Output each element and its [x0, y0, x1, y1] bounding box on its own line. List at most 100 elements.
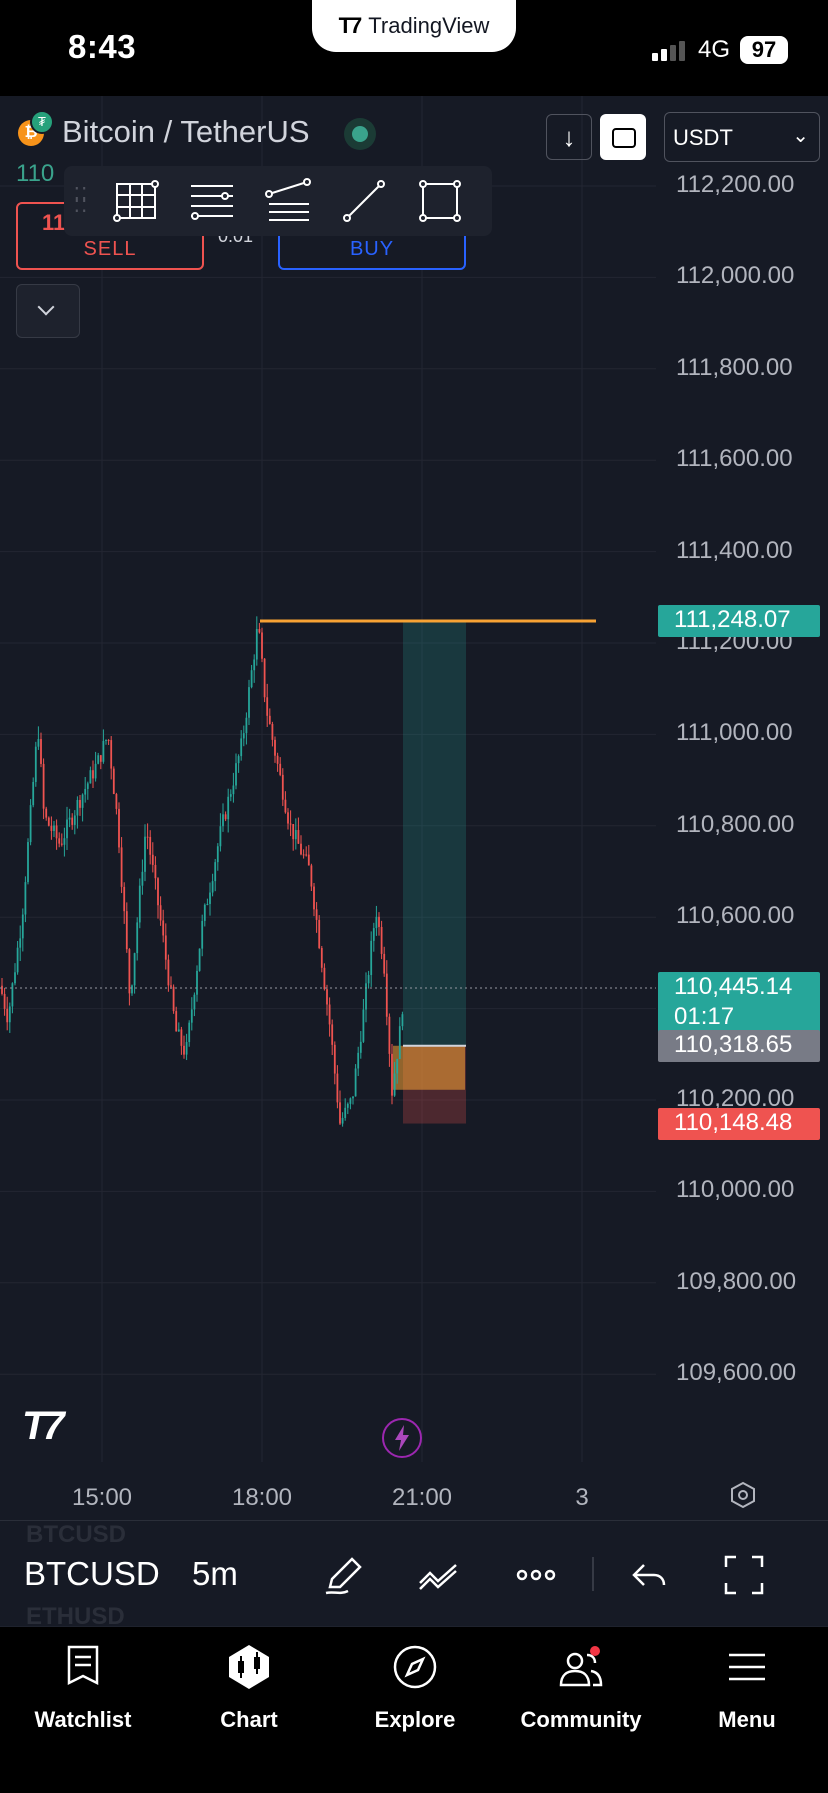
candle-body [396, 1058, 399, 1074]
lightning-icon[interactable] [382, 1418, 422, 1458]
candle-body [136, 922, 139, 954]
tab-chart[interactable]: Chart [166, 1627, 332, 1757]
candle-body [224, 814, 227, 820]
drag-handle-icon[interactable]: ⁚⁚ ⁚⁚ [64, 186, 98, 216]
time-axis-label: 18:00 [231, 1484, 293, 1511]
candle-body [248, 687, 250, 718]
currency-select[interactable]: USDT ⌄ [664, 112, 820, 162]
candle-body [198, 948, 201, 971]
price-axis-label: 110,600.00 [676, 902, 795, 930]
profit-zone [403, 621, 466, 1046]
candle-body [146, 836, 149, 838]
candle-body [40, 739, 42, 764]
candle-body [125, 911, 128, 950]
tab-label: Menu [718, 1707, 776, 1732]
candle-body [60, 843, 63, 845]
candle-body [1, 985, 3, 994]
price-axis-label: 109,800.00 [676, 1267, 797, 1295]
candle-body [323, 967, 326, 990]
candle-body [151, 854, 154, 865]
candle-body [183, 1045, 185, 1055]
candle-body [45, 808, 48, 818]
price-tag-value: 110,445.14 [674, 972, 793, 1000]
drawing-toolbar[interactable]: ⁚⁚ ⁚⁚ [64, 166, 492, 236]
candle-body [250, 670, 253, 688]
market-status-icon[interactable] [344, 118, 376, 150]
candle-body [188, 1022, 191, 1043]
status-bar: 8:43 T7 TradingView 4G 97 [0, 0, 828, 96]
symbol-title[interactable]: Bitcoin / TetherUS [62, 114, 310, 150]
candle-body [289, 823, 292, 825]
price-tag: 110,148.48 [658, 1107, 820, 1140]
candle-body [79, 799, 81, 808]
tradingview-pill[interactable]: T7 TradingView [312, 0, 516, 52]
price-axis-label: 112,200.00 [676, 171, 795, 198]
candle-body [261, 632, 263, 659]
community-icon [559, 1646, 603, 1687]
tab-label: Explore [374, 1707, 456, 1732]
price-chart[interactable] [0, 96, 828, 1520]
toolbar-divider [592, 1557, 594, 1591]
tab-menu[interactable]: Menu [664, 1627, 828, 1757]
price-tag: 110,445.14 01:17 [658, 971, 820, 1034]
candle-body [352, 1096, 354, 1099]
price-tag-value: 110,148.48 [674, 1108, 793, 1136]
candle-body [167, 959, 170, 986]
fib-tool-icon[interactable] [250, 171, 326, 231]
candle-body [84, 788, 87, 795]
candle-body [242, 733, 245, 739]
candle-body [302, 854, 305, 856]
drawings-icon[interactable] [416, 1551, 464, 1599]
candle-body [180, 1029, 183, 1046]
candle-body [393, 1073, 396, 1096]
candle-body [154, 864, 157, 879]
tab-watchlist[interactable]: Watchlist [0, 1627, 166, 1757]
undo-icon[interactable] [624, 1551, 672, 1599]
candle-body [401, 1014, 404, 1027]
time-axis-label: 3 [575, 1484, 589, 1511]
fullscreen-icon[interactable] [720, 1551, 768, 1599]
horizontal-lines-tool-icon[interactable] [174, 171, 250, 231]
candle-body [16, 947, 19, 973]
arrow-down-icon[interactable]: ↓ [546, 114, 592, 160]
price-axis-label: 111,800.00 [676, 353, 793, 381]
bottom-toolbar: BTCUSD BTCUSD ETHUSD 5m [0, 1520, 828, 1630]
grid-tool-icon[interactable] [98, 171, 174, 231]
pencil-icon[interactable] [320, 1551, 368, 1599]
candle-body [141, 871, 144, 886]
more-icon[interactable] [512, 1551, 560, 1599]
chart-area[interactable]: ₿ ₮ Bitcoin / TetherUS ↓ USDT ⌄ 110 11 S… [0, 96, 828, 1520]
settings-icon[interactable] [728, 1480, 758, 1510]
candle-body [336, 1073, 339, 1103]
candle-body [294, 830, 297, 840]
collapse-chevron-icon[interactable] [16, 284, 80, 338]
candle-body [14, 972, 16, 984]
candle-body [58, 838, 61, 844]
replay-toggle-icon[interactable] [600, 114, 646, 160]
candle-body [110, 740, 113, 769]
tradingview-pill-label: TradingView [368, 13, 490, 38]
candle-body [99, 755, 102, 762]
compass-icon [393, 1645, 437, 1689]
candle-body [107, 739, 110, 741]
rectangle-tool-icon[interactable] [402, 171, 478, 231]
candle-body [118, 808, 120, 848]
candle-body [162, 920, 165, 936]
trend-line-tool-icon[interactable] [326, 171, 402, 231]
interval-button[interactable]: 5m [192, 1555, 238, 1593]
time-axis-label: 21:00 [391, 1484, 453, 1511]
status-time: 8:43 [68, 28, 137, 65]
menu-icon [729, 1653, 765, 1681]
candle-body [115, 794, 118, 809]
tab-explore[interactable]: Explore [332, 1627, 498, 1757]
candle-body [255, 628, 258, 660]
candle-body [359, 1041, 362, 1053]
symbol-button[interactable]: BTCUSD [24, 1555, 160, 1593]
price-axis-label: 110,000.00 [676, 1176, 795, 1204]
candle-body [63, 838, 66, 845]
currency-value: USDT [673, 125, 733, 150]
candle-body [32, 781, 35, 806]
network-label: 4G [698, 36, 731, 63]
candle-body [92, 770, 94, 779]
tab-community[interactable]: Community [498, 1627, 664, 1757]
